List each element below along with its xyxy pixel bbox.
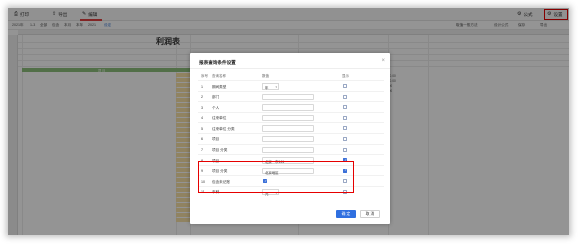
chevron-down-icon: ▾ bbox=[275, 85, 277, 89]
period-type-select[interactable]: 年 ▾ bbox=[262, 83, 279, 90]
table-row: 6 项目 bbox=[198, 132, 384, 144]
dialog-title: 报表查询条件设置 bbox=[199, 60, 236, 65]
value-input[interactable] bbox=[262, 104, 314, 111]
table-header: 序号 查询名称 数值 显示 bbox=[198, 71, 384, 80]
row-name: 往来单位 分类 bbox=[212, 126, 235, 131]
col-header-value: 数值 bbox=[262, 74, 269, 78]
value-input[interactable] bbox=[262, 93, 314, 101]
table-row: 1 期间类型 年 ▾ bbox=[198, 80, 384, 91]
row-number: 6 bbox=[201, 137, 203, 142]
col-header-show: 显示 bbox=[342, 74, 349, 78]
row-number: 5 bbox=[201, 126, 203, 131]
table-row: 3 个人 bbox=[198, 101, 384, 112]
row-name: 往来单位 bbox=[212, 116, 227, 121]
show-checkbox[interactable] bbox=[343, 136, 347, 141]
confirm-button[interactable]: 确 定 bbox=[336, 210, 356, 218]
row-name: 期间类型 bbox=[212, 84, 227, 89]
show-checkbox[interactable] bbox=[343, 126, 347, 131]
value-input[interactable] bbox=[262, 114, 314, 122]
show-checkbox[interactable] bbox=[343, 147, 347, 152]
value-input[interactable] bbox=[262, 135, 314, 143]
highlight-box bbox=[198, 161, 354, 193]
row-number: 3 bbox=[201, 105, 203, 110]
show-checkbox[interactable] bbox=[343, 94, 347, 99]
close-icon[interactable]: × bbox=[381, 58, 385, 64]
row-number: 4 bbox=[201, 116, 203, 121]
value-input[interactable] bbox=[262, 146, 314, 154]
show-checkbox[interactable] bbox=[343, 115, 347, 120]
col-header-num: 序号 bbox=[201, 74, 208, 78]
table-row: 2 部门 bbox=[198, 90, 384, 102]
row-name: 部门 bbox=[212, 95, 220, 100]
divider bbox=[190, 68, 390, 69]
row-name: 项目 bbox=[212, 137, 220, 142]
row-name: 个人 bbox=[212, 105, 220, 110]
select-value: 年 bbox=[265, 86, 269, 90]
show-checkbox[interactable] bbox=[343, 105, 347, 110]
cancel-button[interactable]: 取 消 bbox=[360, 210, 380, 218]
row-number: 7 bbox=[201, 148, 203, 153]
row-number: 1 bbox=[201, 84, 203, 89]
query-condition-dialog: 报表查询条件设置 × 序号 查询名称 数值 显示 1 期间类型 年 ▾ 2 部门… bbox=[190, 53, 390, 224]
row-name: 项目 分类 bbox=[212, 148, 228, 153]
table-row: 5 往来单位 分类 bbox=[198, 122, 384, 133]
table-row: 7 项目 分类 bbox=[198, 143, 384, 155]
app-window: ⎙ 打印 ⇪ 导出 ✎ 编辑 ⚙ 公式 ⚙ 设置 2021年 1-3 全部 包含… bbox=[8, 8, 569, 235]
row-number: 2 bbox=[201, 95, 203, 100]
show-checkbox[interactable] bbox=[343, 84, 347, 88]
table-row: 4 往来单位 bbox=[198, 111, 384, 123]
value-input[interactable] bbox=[262, 125, 314, 132]
col-header-name: 查询名称 bbox=[212, 74, 226, 78]
